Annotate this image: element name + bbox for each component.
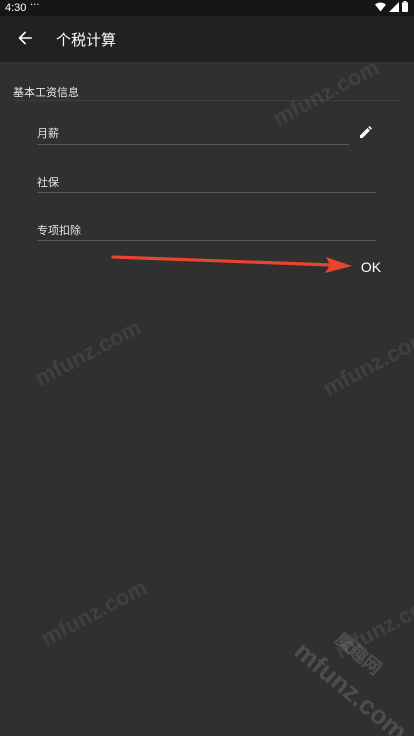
back-button[interactable]: [12, 27, 38, 51]
annotation-arrow-icon: [111, 255, 352, 273]
status-bar: 4:30 ···: [0, 0, 414, 16]
ok-button[interactable]: OK: [356, 256, 386, 278]
social-insurance-field-underline: [37, 192, 376, 193]
status-more-dots: ···: [30, 0, 40, 11]
social-insurance-field[interactable]: 社保: [37, 174, 59, 190]
watermark-text: mfunz.com: [268, 54, 383, 131]
arrow-left-icon: [18, 30, 32, 49]
wifi-icon: [375, 2, 386, 15]
salary-field-underline: [37, 144, 349, 145]
app-bar: 个税计算: [0, 16, 414, 62]
edit-button[interactable]: [358, 124, 374, 140]
watermark-text: mfunz.com: [318, 324, 414, 401]
status-time: 4:30: [5, 2, 27, 14]
status-icons: [375, 1, 408, 15]
battery-icon: [402, 1, 408, 15]
special-deduction-field-underline: [37, 240, 376, 241]
watermark-text: mfunz.com: [30, 314, 145, 391]
section-title: 基本工资信息: [13, 86, 79, 99]
page-title: 个税计算: [56, 31, 117, 49]
section-divider: [13, 100, 401, 101]
watermark-text: mfunz.com: [36, 574, 151, 651]
special-deduction-field[interactable]: 专项扣除: [37, 222, 81, 238]
signal-icon: [389, 1, 399, 15]
pencil-icon: [360, 123, 372, 142]
salary-field[interactable]: 月薪: [37, 125, 59, 141]
